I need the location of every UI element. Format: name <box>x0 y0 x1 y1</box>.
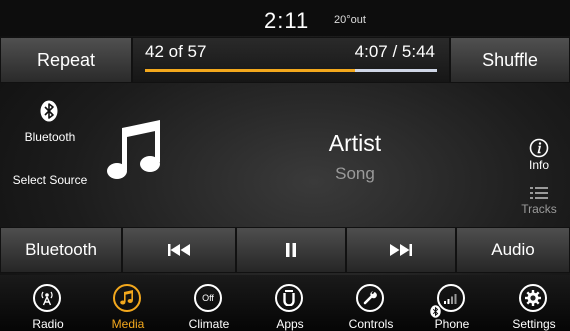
nav-controls[interactable]: Controls <box>336 275 406 331</box>
repeat-button[interactable]: Repeat <box>0 37 132 83</box>
nav-radio[interactable]: Radio <box>13 275 83 331</box>
nav-label: Controls <box>348 317 394 331</box>
pause-icon <box>286 243 296 257</box>
track-list-icon <box>530 187 548 199</box>
nav-label: Radio <box>32 317 64 331</box>
nav-settings[interactable]: Settings <box>499 275 569 331</box>
nav-media[interactable]: Media <box>93 275 163 331</box>
repeat-label: Repeat <box>36 49 96 70</box>
pause-button[interactable] <box>236 227 346 273</box>
shuffle-button[interactable]: Shuffle <box>450 37 570 83</box>
progress-bar-fill <box>145 69 356 72</box>
nav-apps[interactable]: Apps <box>255 275 325 331</box>
audio-label: Audio <box>491 240 535 259</box>
nav-label: Phone <box>434 317 470 331</box>
previous-track-icon <box>168 244 190 256</box>
progress-bar[interactable] <box>145 69 437 72</box>
music-note-icon <box>113 284 141 312</box>
bluetooth-source-tab[interactable]: Bluetooth <box>0 227 122 273</box>
track-position: 42 of 57 <box>145 42 207 61</box>
info-label: Info <box>528 158 549 172</box>
audio-button[interactable]: Audio <box>456 227 570 273</box>
artist-name: Artist <box>328 130 382 156</box>
outside-temperature: 20°out <box>334 14 366 26</box>
info-icon <box>529 138 549 158</box>
radio-icon <box>33 284 61 312</box>
shuffle-label: Shuffle <box>482 49 538 70</box>
wrench-icon <box>356 284 384 312</box>
song-title: Song <box>335 164 375 183</box>
media-screen: 2:11 20°out Repeat 42 of 57 4:07 / 5:44 … <box>0 0 570 331</box>
top-controls: Repeat 42 of 57 4:07 / 5:44 Shuffle <box>0 37 570 83</box>
previous-track-button[interactable] <box>122 227 236 273</box>
nav-label: Media <box>111 317 145 331</box>
nav-label: Settings <box>512 317 556 331</box>
nav-label: Apps <box>276 317 304 331</box>
next-track-button[interactable] <box>346 227 456 273</box>
phone-signal-icon <box>437 284 465 312</box>
bluetooth-tab-label: Bluetooth <box>25 240 97 259</box>
track-progress-panel: 42 of 57 4:07 / 5:44 <box>132 37 450 83</box>
apps-icon <box>275 284 303 312</box>
climate-off-badge: Off <box>202 293 214 303</box>
bottom-navigation: Radio Media Off Climate Apps Controls Ph… <box>0 275 570 331</box>
gear-icon <box>519 284 547 312</box>
nav-phone[interactable]: Phone <box>417 275 487 331</box>
time-position: 4:07 / 5:44 <box>354 42 435 61</box>
tracks-label: Tracks <box>521 202 557 216</box>
select-source-button[interactable]: Select Source <box>10 174 90 187</box>
nav-climate[interactable]: Off Climate <box>174 275 244 331</box>
climate-off-icon: Off <box>194 284 222 312</box>
next-track-icon <box>390 244 412 256</box>
nav-label: Climate <box>188 317 230 331</box>
status-bar: 2:11 20°out <box>0 0 570 36</box>
music-note-icon <box>107 120 160 179</box>
bluetooth-source-label: Bluetooth <box>24 130 76 144</box>
bluetooth-icon <box>40 100 58 122</box>
now-playing-area: Bluetooth Select Source Artist Song Info <box>0 84 570 226</box>
clock: 2:11 <box>264 8 310 33</box>
transport-controls: Bluetooth Audio <box>0 227 570 273</box>
